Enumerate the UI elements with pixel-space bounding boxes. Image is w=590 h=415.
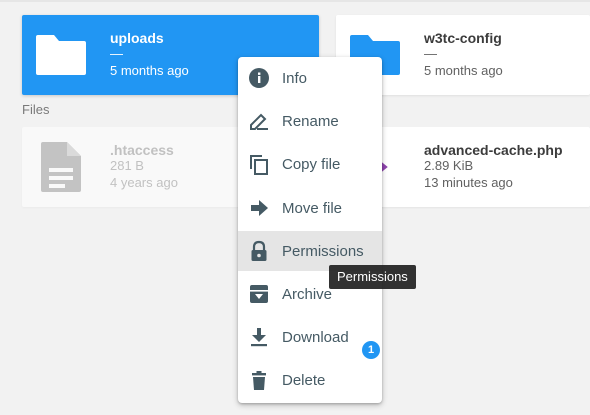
menu-item-label: Info: [282, 69, 308, 87]
folder-icon: [22, 15, 100, 95]
copy-icon: [248, 153, 270, 175]
file-modified: 4 years ago: [110, 175, 178, 190]
permissions-tooltip: Permissions: [329, 265, 416, 289]
menu-item-label: Download: [282, 328, 349, 346]
menu-item-move-file[interactable]: Move file: [238, 188, 382, 228]
menu-item-label: Archive: [282, 285, 333, 303]
folder-modified: 5 months ago: [110, 63, 189, 78]
notification-badge: 1: [362, 341, 380, 359]
folder-separator: —: [424, 46, 437, 61]
pencil-icon: [248, 110, 270, 132]
menu-item-label: Delete: [282, 371, 326, 389]
trash-icon: [248, 369, 270, 391]
arrow-right-icon: [248, 197, 270, 219]
file-size: 2.89 KiB: [424, 158, 474, 173]
folder-separator: —: [110, 46, 123, 61]
menu-item-label: Permissions: [282, 242, 364, 260]
menu-item-download[interactable]: Download: [238, 317, 382, 357]
files-section-label: Files: [22, 102, 50, 117]
folder-name: uploads: [110, 30, 164, 46]
folder-name: w3tc-config: [424, 30, 502, 46]
top-row-edge: [0, 0, 590, 2]
menu-item-info[interactable]: Info: [238, 58, 382, 98]
file-meta: advanced-cache.php 2.89 KiB 13 minutes a…: [424, 127, 582, 207]
lock-icon: [248, 240, 270, 262]
context-menu: Info Rename Copy file Move file Permissi…: [238, 57, 382, 403]
menu-item-label: Move file: [282, 199, 343, 217]
file-size: 281 B: [110, 158, 144, 173]
file-modified: 13 minutes ago: [424, 175, 513, 190]
file-name: .htaccess: [110, 142, 174, 158]
menu-item-copy-file[interactable]: Copy file: [238, 144, 382, 184]
menu-item-delete[interactable]: Delete: [238, 360, 382, 400]
menu-item-rename[interactable]: Rename: [238, 101, 382, 141]
folder-meta: w3tc-config — 5 months ago: [424, 15, 582, 95]
archive-icon: [248, 283, 270, 305]
menu-item-label: Copy file: [282, 155, 341, 173]
document-icon: [22, 127, 100, 207]
file-name: advanced-cache.php: [424, 142, 563, 158]
menu-item-label: Rename: [282, 112, 339, 130]
info-icon: [248, 67, 270, 89]
folder-modified: 5 months ago: [424, 63, 503, 78]
download-icon: [248, 326, 270, 348]
